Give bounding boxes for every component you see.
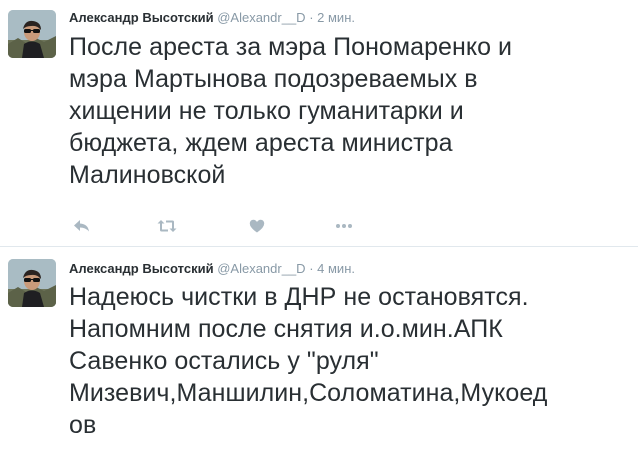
author-fullname[interactable]: Александр Высотский bbox=[69, 10, 214, 25]
like-button[interactable] bbox=[249, 216, 265, 236]
tweet-timestamp[interactable]: 4 мин. bbox=[317, 261, 355, 276]
more-button[interactable] bbox=[335, 216, 353, 236]
tweet-text-line: Савенко остались у "руля" bbox=[69, 347, 379, 375]
more-icon bbox=[336, 224, 352, 228]
tweet-header: Александр Высотский @Alexandr__D · 4 мин… bbox=[69, 261, 355, 277]
author-username[interactable]: @Alexandr__D bbox=[217, 10, 305, 25]
tweet-text: Надеюсь чистки в ДНР не остановятся. Нап… bbox=[69, 281, 635, 441]
reply-icon bbox=[74, 220, 89, 232]
tweet-actions bbox=[69, 216, 369, 236]
avatar[interactable] bbox=[8, 10, 56, 58]
avatar-photo-icon bbox=[8, 10, 56, 58]
reply-button[interactable] bbox=[73, 216, 91, 236]
retweet-icon bbox=[157, 220, 177, 232]
heart-icon bbox=[249, 219, 265, 233]
tweet-text-line: После ареста за мэра Пономаренко и bbox=[69, 33, 513, 61]
retweet-button[interactable] bbox=[157, 216, 177, 236]
tweet[interactable]: Александр Высотский @Alexandr__D · 4 мин… bbox=[0, 247, 638, 467]
tweet-text-line: Мизевич,Маншилин,Соломатина,Мукоед bbox=[69, 379, 548, 407]
header-separator: · bbox=[309, 10, 314, 25]
tweet-text-line: мэра Мартынова подозреваемых в bbox=[69, 65, 478, 93]
author-username[interactable]: @Alexandr__D bbox=[217, 261, 305, 276]
author-fullname[interactable]: Александр Высотский bbox=[69, 261, 214, 276]
tweet-header: Александр Высотский @Alexandr__D · 2 мин… bbox=[69, 10, 355, 26]
avatar-photo-icon bbox=[8, 259, 56, 307]
tweet-text-line: Надеюсь чистки в ДНР не остановятся. bbox=[69, 283, 529, 311]
header-separator: · bbox=[309, 261, 314, 276]
tweet-text-line: хищении не только гуманитарки и bbox=[69, 97, 464, 125]
avatar[interactable] bbox=[8, 259, 56, 307]
tweet[interactable]: Александр Высотский @Alexandr__D · 2 мин… bbox=[0, 0, 638, 247]
tweet-text-line: ов bbox=[69, 411, 97, 439]
tweet-text-line: бюджета, ждем ареста министра bbox=[69, 129, 453, 157]
tweet-text-line: Напомним после снятия и.о.мин.АПК bbox=[69, 315, 503, 343]
tweet-timestamp[interactable]: 2 мин. bbox=[317, 10, 355, 25]
tweet-text-line: Малиновской bbox=[69, 161, 226, 189]
tweet-text: После ареста за мэра Пономаренко и мэра … bbox=[69, 31, 635, 191]
